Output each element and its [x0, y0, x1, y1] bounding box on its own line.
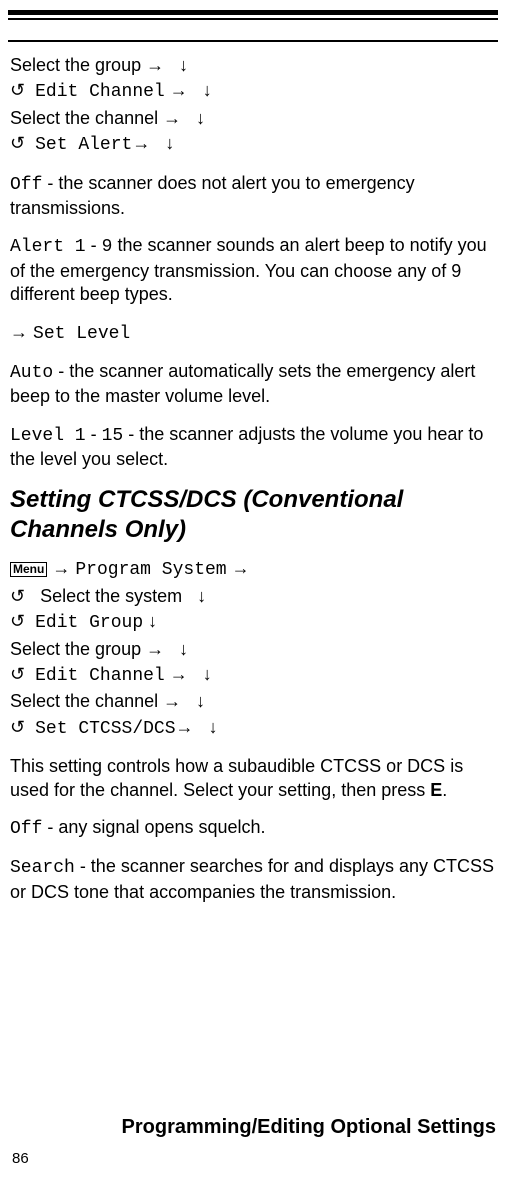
text: - the scanner does not alert you to emer… [10, 173, 415, 218]
nav-line: Menu → Program System → [10, 557, 496, 582]
nav-line: ↻ Select the system ↓ [10, 585, 496, 608]
top-rule-thin [8, 18, 498, 20]
arrow-right-icon: → [176, 717, 194, 737]
option-name: Off [10, 819, 42, 839]
text: . [442, 780, 447, 800]
arrow-right-icon: → [146, 55, 164, 75]
refresh-icon: ↻ [10, 132, 25, 155]
option-name: Level 1 [10, 426, 86, 446]
menu-path-text: Edit Channel [35, 666, 165, 686]
text: Select the channel [10, 691, 158, 711]
text: Select the channel [10, 108, 158, 128]
paragraph: Auto - the scanner automatically sets th… [10, 360, 496, 409]
text: - any signal opens squelch. [42, 817, 265, 837]
menu-path-text: Set CTCSS/DCS [35, 719, 175, 739]
arrow-down-icon: ↓ [203, 80, 212, 100]
arrow-down-icon: ↓ [165, 133, 174, 153]
nav-line: → Set Level [10, 321, 496, 346]
section-rule [8, 40, 498, 42]
option-name: Search [10, 858, 75, 878]
arrow-down-icon: ↓ [179, 639, 188, 659]
menu-path-text: Edit Group [35, 613, 143, 633]
option-value: 9 [102, 237, 113, 257]
nav-line: Select the channel → ↓ [10, 107, 496, 130]
text: - [86, 424, 102, 444]
text: - [86, 235, 102, 255]
nav-line: ↻ Edit Channel → ↓ [10, 79, 496, 104]
nav-line: Select the group → ↓ [10, 638, 496, 661]
text: Select the group [10, 55, 141, 75]
arrow-right-icon: → [232, 558, 250, 578]
arrow-right-icon: → [170, 80, 188, 100]
paragraph: Off - any signal opens squelch. [10, 816, 496, 841]
menu-path-text: Program System [75, 560, 226, 580]
menu-path-text: Set Level [33, 324, 130, 344]
arrow-down-icon: ↓ [179, 55, 188, 75]
footer-title: Programming/Editing Optional Settings [122, 1114, 496, 1140]
text: - the scanner searches for and displays … [10, 856, 494, 901]
key-label: E [430, 780, 442, 800]
refresh-icon: ↻ [10, 585, 25, 608]
nav-line: ↻ Set Alert→ ↓ [10, 132, 496, 157]
refresh-icon: ↻ [10, 610, 25, 633]
nav-line: ↻ Edit Group ↓ [10, 610, 496, 635]
paragraph: Level 1 - 15 - the scanner adjusts the v… [10, 423, 496, 472]
arrow-down-icon: ↓ [209, 717, 218, 737]
arrow-down-icon: ↓ [148, 611, 157, 631]
paragraph: Alert 1 - 9 the scanner sounds an alert … [10, 234, 496, 306]
arrow-right-icon: → [163, 108, 181, 128]
arrow-down-icon: ↓ [203, 664, 212, 684]
nav-block-2: Menu → Program System → ↻ Select the sys… [10, 557, 496, 741]
option-name: Auto [10, 363, 53, 383]
menu-button-icon: Menu [10, 562, 47, 577]
arrow-right-icon: → [170, 664, 188, 684]
refresh-icon: ↻ [10, 663, 25, 686]
page-content: Select the group → ↓ ↻ Edit Channel → ↓ … [8, 54, 498, 904]
text: Select the system [40, 586, 182, 606]
nav-line: ↻ Edit Channel → ↓ [10, 663, 496, 688]
nav-line: ↻ Set CTCSS/DCS→ ↓ [10, 716, 496, 741]
top-rule-thick [8, 10, 498, 15]
nav-block-1: Select the group → ↓ ↻ Edit Channel → ↓ … [10, 54, 496, 158]
arrow-right-icon: → [163, 691, 181, 711]
nav-line: Select the channel → ↓ [10, 690, 496, 713]
menu-path-text: Set Alert [35, 135, 132, 155]
arrow-right-icon: → [132, 133, 150, 153]
menu-path-text: Edit Channel [35, 82, 165, 102]
option-value: 15 [102, 426, 124, 446]
refresh-icon: ↻ [10, 79, 25, 102]
arrow-right-icon: → [10, 322, 28, 342]
page-number: 86 [12, 1149, 29, 1169]
nav-line: Select the group → ↓ [10, 54, 496, 77]
arrow-down-icon: ↓ [196, 108, 205, 128]
section-heading: Setting CTCSS/DCS (Conventional Channels… [10, 485, 496, 545]
option-name: Alert 1 [10, 237, 86, 257]
text: Select the group [10, 639, 141, 659]
paragraph: This setting controls how a subaudible C… [10, 755, 496, 802]
arrow-right-icon: → [52, 558, 70, 578]
paragraph: Search - the scanner searches for and di… [10, 855, 496, 904]
text: This setting controls how a subaudible C… [10, 756, 463, 799]
arrow-down-icon: ↓ [196, 691, 205, 711]
refresh-icon: ↻ [10, 716, 25, 739]
text: - the scanner automatically sets the eme… [10, 361, 475, 406]
arrow-down-icon: ↓ [197, 586, 206, 606]
arrow-right-icon: → [146, 639, 164, 659]
paragraph: Off - the scanner does not alert you to … [10, 172, 496, 221]
option-name: Off [10, 175, 42, 195]
